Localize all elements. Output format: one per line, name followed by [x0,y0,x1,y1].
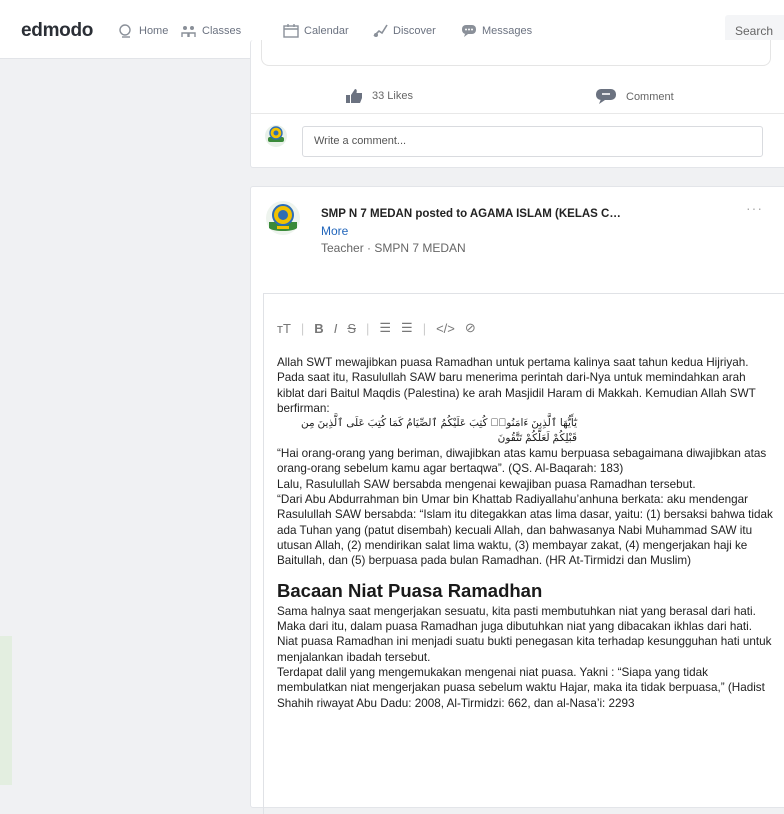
toolbar-separator: | [300,320,305,336]
bold-button[interactable]: B [314,321,323,336]
comment-label: Comment [626,90,674,103]
user-avatar-icon [264,124,288,148]
messages-icon [462,25,476,37]
calendar-icon [283,24,299,38]
rich-text-editor[interactable]: тT | B I S | ☰ ☰ | </> ⊘ Allah SWT mewaj… [263,293,784,814]
nav-classes-label: Classes [202,25,242,37]
italic-button[interactable]: I [334,321,338,336]
post-author-role: Teacher · SMPN 7 MEDAN [321,241,466,255]
numbered-list-button[interactable]: ☰ [401,320,413,336]
nav-messages-label: Messages [482,25,533,37]
toolbar-separator: | [422,320,427,336]
nav-messages[interactable]: Messages [461,24,532,38]
discover-icon [373,24,388,37]
editor-toolbar: тT | B I S | ☰ ☰ | </> ⊘ [277,320,486,336]
post-options-menu[interactable]: ··· [746,200,763,216]
nav-discover[interactable]: Discover [372,24,436,38]
thumbs-up-icon [346,89,362,103]
divider [251,113,784,114]
nav-discover-label: Discover [393,25,436,37]
post-paragraph: Allah SWT mewajibkan puasa Ramadhan untu… [277,356,756,415]
text-size-button[interactable]: тT [277,321,291,336]
post-author-line[interactable]: SMP N 7 MEDAN posted to AGAMA ISLAM (KEL… [321,208,621,220]
code-button[interactable]: </> [436,321,455,336]
more-link[interactable]: More [321,224,348,238]
strikethrough-button[interactable]: S [347,321,356,336]
previous-post-card: 33 Likes Comment Write a comment... [250,40,784,168]
nav-home[interactable]: Home [118,24,168,38]
comment-button[interactable]: Comment [596,89,674,104]
classes-icon [181,26,196,37]
arabic-verse: يَٰٓأَيُّهَا ٱلَّذِينَ ءَامَنُوا۟ كُتِبَ… [301,417,577,445]
home-icon [119,24,131,38]
comment-input[interactable]: Write a comment... [302,126,763,157]
edmodo-logo[interactable]: edmodo [21,20,93,42]
post-paragraph: Sama halnya saat mengerjakan sesuatu, ki… [277,604,772,664]
previous-post-content-edge [261,40,771,66]
post-paragraph: “Hai orang-orang yang beriman, diwajibka… [277,447,767,476]
left-sidebar-panel [0,636,12,785]
likes-button[interactable]: 33 Likes [346,89,413,103]
post-section-heading: Bacaan Niat Puasa Ramadhan [277,579,543,601]
nav-classes[interactable]: Classes [181,24,241,38]
post-paragraph: Terdapat dalil yang mengemukakan mengena… [277,666,765,710]
post-paragraph: “Dari Abu Abdurrahman bin Umar bin Khatt… [277,493,773,568]
nav-calendar[interactable]: Calendar [283,24,349,38]
bullet-list-button[interactable]: ☰ [379,320,391,336]
link-button[interactable]: ⊘ [465,320,476,336]
school-avatar-icon[interactable] [265,200,301,236]
post-paragraph: Lalu, Rasulullah SAW bersabda mengenai k… [277,477,696,491]
post-body: Allah SWT mewajibkan puasa Ramadhan untu… [277,355,773,711]
nav-home-label: Home [139,25,169,37]
toolbar-separator: | [365,320,370,336]
post-card: SMP N 7 MEDAN posted to AGAMA ISLAM (KEL… [250,186,784,814]
nav-calendar-label: Calendar [304,25,349,37]
comment-icon [596,89,616,104]
likes-count: 33 Likes [372,90,413,102]
